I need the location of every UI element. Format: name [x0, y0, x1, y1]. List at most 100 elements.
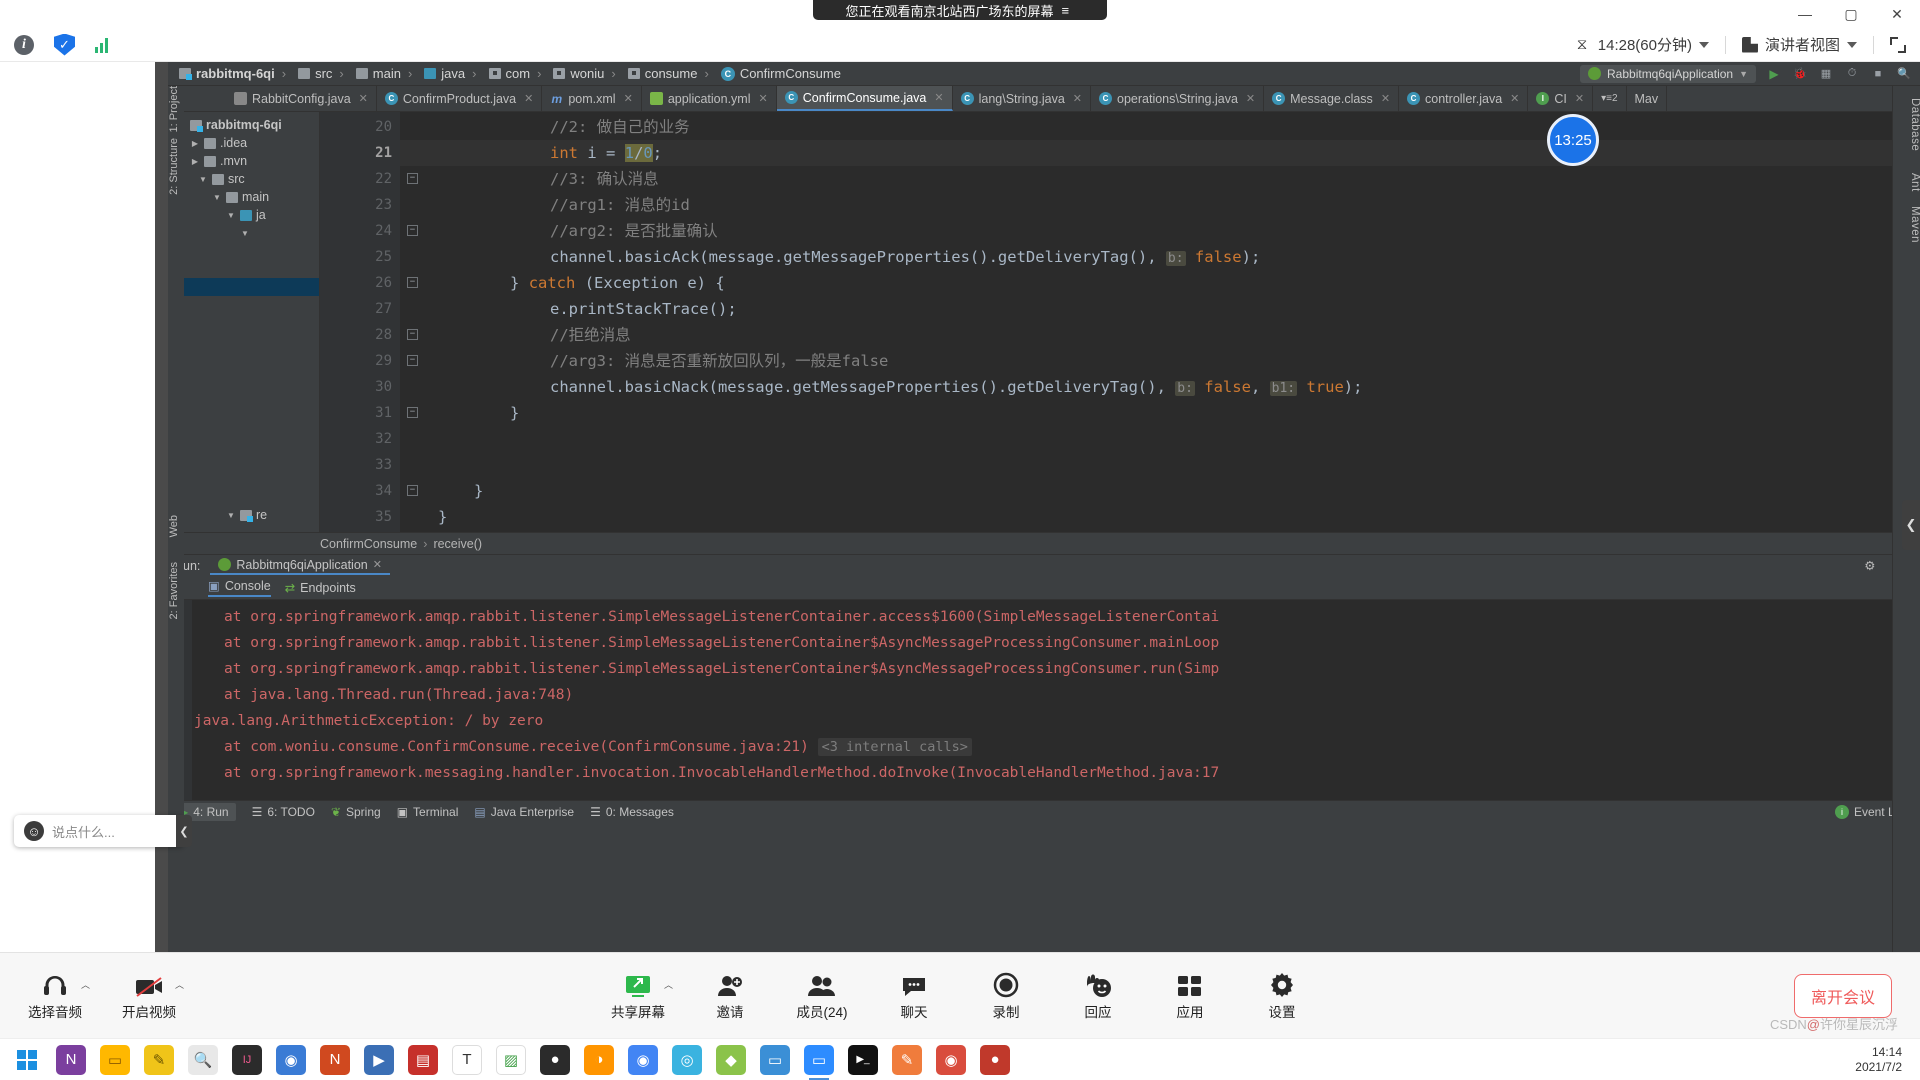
meeting-timer[interactable]: ⧖ 14:28(60分钟)	[1577, 34, 1709, 55]
tool-strip-project[interactable]: 1: Project	[168, 86, 184, 138]
editor-tab-operationsstring[interactable]: C operations\String.java ✕	[1091, 86, 1265, 111]
breadcrumb-item-com[interactable]: com ›	[484, 66, 549, 81]
close-button[interactable]: ✕	[1874, 0, 1920, 28]
close-icon[interactable]: ✕	[1575, 92, 1584, 105]
chevron-down-icon[interactable]	[1847, 41, 1857, 48]
chevron-up-icon[interactable]: ︿	[81, 978, 90, 991]
reaction-button[interactable]: 回应	[1065, 970, 1131, 1021]
tool-strip-ant[interactable]: Ant	[1893, 151, 1920, 192]
tab-console[interactable]: ▣ Console	[208, 578, 271, 597]
editor-tab-messageclass[interactable]: C Message.class ✕	[1264, 86, 1400, 111]
quick-chat-bar[interactable]: ☺ 说点什么...	[14, 815, 184, 847]
navicat-icon[interactable]: N	[320, 1044, 350, 1075]
participants-button[interactable]: 成员(24)	[789, 970, 855, 1021]
tree-item-mvn[interactable]: .mvn	[168, 152, 319, 170]
debug-button[interactable]: 🐞	[1792, 66, 1808, 82]
close-icon[interactable]: ✕	[1381, 92, 1390, 105]
edge-icon[interactable]: ◎	[672, 1044, 702, 1075]
chart-app-icon[interactable]: ▨	[496, 1044, 526, 1075]
tree-item-main[interactable]: main	[168, 188, 319, 206]
status-todo[interactable]: ☰ 6: TODO	[252, 805, 315, 819]
onenote-icon[interactable]: N	[56, 1044, 86, 1075]
typora-icon[interactable]: T	[452, 1044, 482, 1075]
tool-strip-favorites[interactable]: 2: Favorites	[168, 562, 184, 629]
chevron-right-icon[interactable]	[190, 157, 200, 166]
tree-item-package[interactable]	[168, 224, 319, 242]
editor-tab-confirmconsume[interactable]: C ConfirmConsume.java ✕	[776, 86, 953, 111]
chevron-down-icon[interactable]	[226, 511, 236, 520]
status-terminal[interactable]: ▣ Terminal	[397, 805, 459, 819]
code-editor[interactable]: //2: 做自己的业务 int i = 1/0; //3: 确认消息 //arg…	[400, 112, 1896, 532]
close-icon[interactable]: ✕	[1246, 92, 1255, 105]
tree-item-java[interactable]: ja	[168, 206, 319, 224]
chevron-up-icon[interactable]: ︿	[664, 978, 673, 991]
everything-search-icon[interactable]: 🔍	[188, 1044, 218, 1075]
close-icon[interactable]: ✕	[1510, 92, 1519, 105]
info-icon[interactable]: i	[14, 34, 34, 55]
project-tool-window[interactable]: rabbitmq-6qi .idea .mvn src main	[168, 112, 320, 532]
chevron-down-icon[interactable]	[240, 229, 250, 238]
profiler-button[interactable]: ⏱	[1844, 66, 1860, 82]
coverage-button[interactable]: ▦	[1818, 66, 1834, 82]
breadcrumb-item-woniu[interactable]: woniu ›	[548, 66, 622, 81]
editor-tab-rabbitconfig[interactable]: RabbitConfig.java ✕	[168, 86, 377, 111]
editor-tab-overflow[interactable]: ▾≡2	[1593, 86, 1627, 111]
chevron-down-icon[interactable]	[198, 175, 208, 184]
security-shield-icon[interactable]: ✓	[54, 33, 75, 56]
settings-gear-icon[interactable]: ⚙	[1864, 558, 1885, 573]
editor-tab-controller[interactable]: C controller.java ✕	[1399, 86, 1529, 111]
status-spring[interactable]: ❦ Spring	[331, 805, 381, 819]
breadcrumb-item-class[interactable]: C ConfirmConsume	[716, 66, 846, 81]
cmd-icon[interactable]: ▶_	[848, 1044, 878, 1075]
view-mode-selector[interactable]: 演讲者视图	[1741, 34, 1857, 55]
chevron-down-icon[interactable]	[226, 211, 236, 220]
editor-tab-langstring[interactable]: C lang\String.java ✕	[953, 86, 1091, 111]
chat-collapse-button[interactable]: ❮	[176, 815, 192, 847]
chevron-down-icon[interactable]	[212, 193, 222, 202]
editor-tab-applicationyml[interactable]: application.yml ✕	[642, 86, 777, 111]
recorder-icon[interactable]: ●	[980, 1044, 1010, 1075]
video-button[interactable]: ︿ 开启视频	[116, 970, 184, 1021]
tree-selected-row[interactable]	[168, 278, 319, 296]
breadcrumb-item-java[interactable]: java ›	[419, 66, 483, 81]
internal-calls-badge[interactable]: <3 internal calls>	[817, 738, 972, 756]
tool-strip-web[interactable]: Web	[168, 515, 184, 561]
close-icon[interactable]: ✕	[373, 558, 382, 571]
editor-tab-ci[interactable]: I CI ✕	[1528, 86, 1594, 111]
close-icon[interactable]: ✕	[524, 92, 533, 105]
editor-tab-pom[interactable]: m pom.xml ✕	[542, 86, 642, 111]
intellij-idea-icon[interactable]: IJ	[232, 1044, 262, 1075]
tab-endpoints[interactable]: ⇄ Endpoints	[285, 580, 356, 596]
tree-item-src[interactable]: src	[168, 170, 319, 188]
file-explorer-icon[interactable]: ▭	[100, 1044, 130, 1075]
share-timer-bubble[interactable]: 13:25	[1547, 114, 1599, 166]
apps-button[interactable]: 应用	[1157, 970, 1223, 1021]
breadcrumb-item-src[interactable]: src ›	[293, 66, 351, 81]
chat-button[interactable]: 聊天	[881, 970, 947, 1021]
editor-tab-confirmproduct[interactable]: C ConfirmProduct.java ✕	[377, 86, 543, 111]
wechat-work-icon[interactable]: ▭	[760, 1044, 790, 1075]
tool-strip-structure[interactable]: 2: Structure	[168, 138, 184, 515]
firefox-icon[interactable]: ◑	[584, 1044, 614, 1075]
taskbar-clock[interactable]: 14:14 2021/7/2	[1855, 1045, 1920, 1075]
share-screen-button[interactable]: ︿ 共享屏幕	[605, 970, 673, 1021]
close-icon[interactable]: ✕	[1073, 92, 1082, 105]
chrome-icon[interactable]: ◉	[628, 1044, 658, 1075]
chevron-right-icon[interactable]	[190, 139, 200, 148]
redis-icon[interactable]: ▤	[408, 1044, 438, 1075]
run-config-tab[interactable]: Rabbitmq6qiApplication ✕	[210, 557, 390, 575]
breadcrumb-class[interactable]: ConfirmConsume	[320, 537, 417, 551]
console-output[interactable]: at org.springframework.amqp.rabbit.liste…	[168, 600, 1920, 800]
close-icon[interactable]: ✕	[934, 91, 943, 104]
close-icon[interactable]: ✕	[359, 92, 368, 105]
breadcrumb-item-main[interactable]: main ›	[351, 66, 420, 81]
run-button[interactable]: ▶	[1766, 66, 1782, 82]
signal-bars-icon[interactable]	[95, 37, 108, 53]
notepad-icon[interactable]: ✎	[144, 1044, 174, 1075]
tool-strip-database[interactable]: Database	[1893, 86, 1920, 151]
tool-strip-maven[interactable]: Maven	[1893, 192, 1920, 243]
tree-item-idea[interactable]: .idea	[168, 134, 319, 152]
maximize-button[interactable]: ▢	[1828, 0, 1874, 28]
search-everywhere-icon[interactable]: 🔍	[1896, 66, 1912, 82]
stop-button[interactable]: ■	[1870, 66, 1886, 82]
